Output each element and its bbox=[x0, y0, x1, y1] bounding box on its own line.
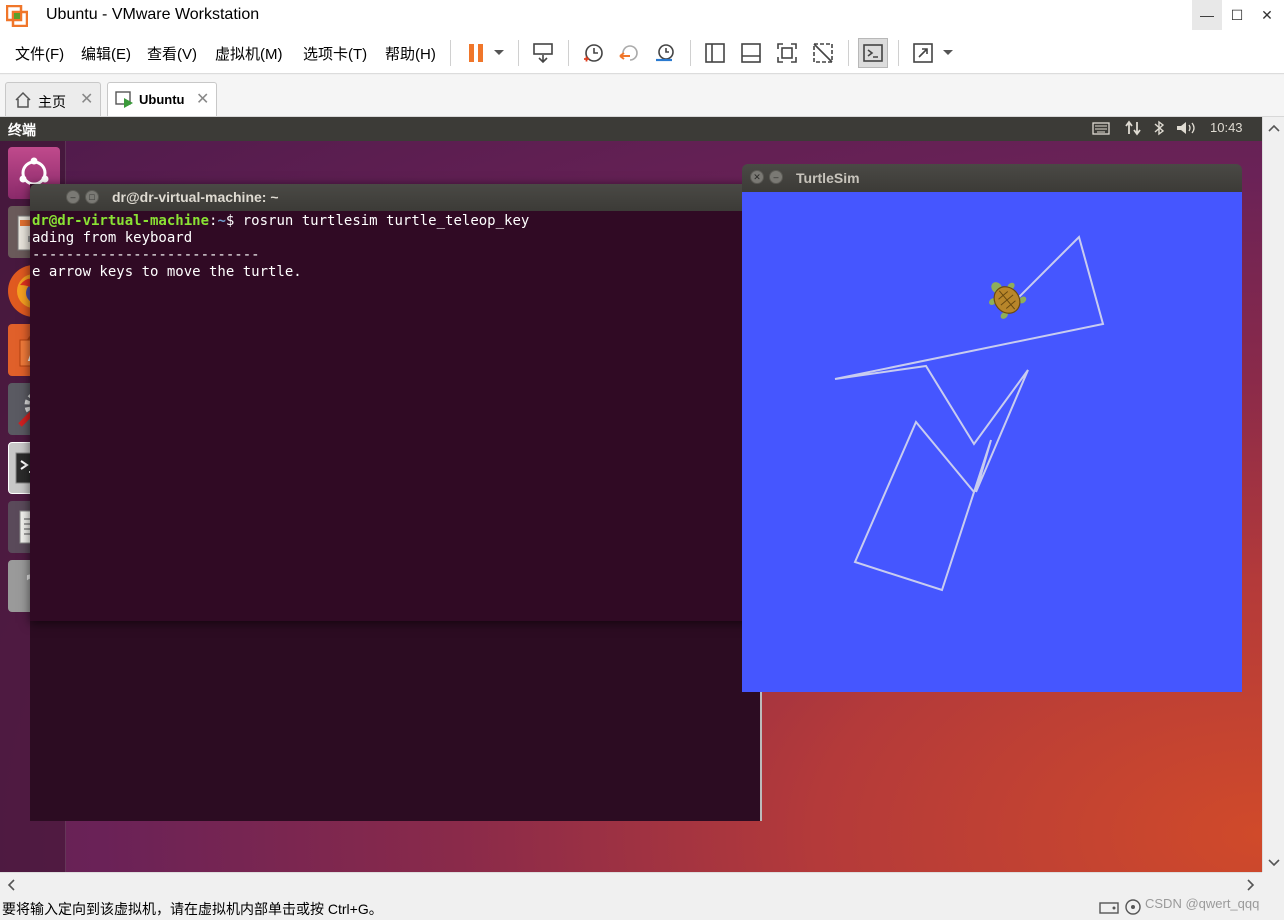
turtlesim-title: TurtleSim bbox=[796, 170, 860, 186]
dropdown-arrow-icon[interactable] bbox=[486, 38, 512, 68]
cd-rom-icon[interactable] bbox=[1124, 898, 1142, 919]
chevron-down-icon[interactable] bbox=[1268, 855, 1280, 871]
ubuntu-top-panel: 终端 10:43 bbox=[0, 117, 1262, 141]
send-ctrl-alt-del-icon[interactable] bbox=[528, 38, 558, 68]
turtlesim-titlebar[interactable]: ✕ – TurtleSim bbox=[742, 164, 1242, 192]
maximize-icon[interactable]: □ bbox=[85, 190, 99, 204]
menu-help[interactable]: 帮助(H) bbox=[385, 43, 436, 64]
toolbar-separator bbox=[848, 40, 849, 66]
menu-view[interactable]: 查看(V) bbox=[147, 43, 197, 64]
snapshot-manager-icon[interactable] bbox=[650, 38, 680, 68]
snapshot-take-icon[interactable] bbox=[578, 38, 608, 68]
home-icon bbox=[14, 91, 32, 112]
fullscreen-icon[interactable] bbox=[772, 38, 802, 68]
clock[interactable]: 10:43 bbox=[1210, 120, 1243, 135]
hard-disk-icon[interactable] bbox=[1098, 898, 1120, 919]
turtle-icon bbox=[986, 276, 1028, 327]
prompt-path: ~ bbox=[217, 213, 226, 229]
vm-display[interactable]: 终端 10:43 A bbox=[0, 117, 1262, 872]
tab-home[interactable]: 主页 ✕ bbox=[5, 82, 101, 116]
turtle-trail bbox=[834, 235, 1105, 592]
prompt-user: dr@dr-virtual-machine bbox=[32, 213, 210, 229]
terminal-line: ading from keyboard bbox=[32, 230, 193, 246]
background-terminal-window[interactable] bbox=[30, 617, 762, 821]
horizontal-scrollbar[interactable] bbox=[0, 872, 1262, 894]
toolbar-separator bbox=[518, 40, 519, 66]
minimize-icon[interactable]: – bbox=[769, 170, 783, 184]
close-icon[interactable]: ✕ bbox=[80, 89, 93, 109]
active-app-title: 终端 bbox=[8, 122, 36, 138]
maximize-button[interactable]: ☐ bbox=[1222, 0, 1252, 30]
volume-icon[interactable] bbox=[1175, 120, 1197, 139]
vmware-logo-icon bbox=[5, 4, 29, 28]
console-view-icon[interactable] bbox=[858, 38, 888, 68]
chevron-left-icon[interactable] bbox=[6, 878, 16, 894]
terminal-command: $ rosrun turtlesim turtle_teleop_key bbox=[225, 213, 530, 229]
close-icon[interactable]: ✕ bbox=[750, 170, 764, 184]
menu-edit[interactable]: 编辑(E) bbox=[81, 43, 131, 64]
vm-running-icon bbox=[115, 91, 135, 112]
status-bar: 要将输入定向到该虚拟机，请在虚拟机内部单击或按 Ctrl+G。 CSDN @qw… bbox=[0, 894, 1284, 920]
menu-file[interactable]: 文件(F) bbox=[15, 43, 64, 64]
terminal-line: e arrow keys to move the turtle. bbox=[32, 264, 302, 280]
terminal-titlebar[interactable]: – □ dr@dr-virtual-machine: ~ bbox=[30, 184, 772, 211]
stretch-icon[interactable] bbox=[908, 38, 938, 68]
snapshot-revert-icon[interactable] bbox=[614, 38, 644, 68]
minimize-button[interactable]: — bbox=[1192, 0, 1222, 30]
toolbar-separator bbox=[898, 40, 899, 66]
menu-toolbar: 文件(F) 编辑(E) 查看(V) 虚拟机(M) 选项卡(T) 帮助(H) bbox=[0, 32, 1284, 74]
toolbar-separator bbox=[690, 40, 691, 66]
turtlesim-canvas bbox=[742, 192, 1242, 692]
terminal-title: dr@dr-virtual-machine: ~ bbox=[112, 189, 279, 205]
network-icon[interactable] bbox=[1124, 120, 1142, 139]
menu-vm[interactable]: 虚拟机(M) bbox=[215, 43, 283, 64]
minimize-icon[interactable]: – bbox=[66, 190, 80, 204]
close-icon[interactable]: ✕ bbox=[196, 89, 209, 109]
terminal-window[interactable]: – □ dr@dr-virtual-machine: ~ dr@dr-virtu… bbox=[30, 184, 772, 621]
bluetooth-icon[interactable] bbox=[1153, 120, 1165, 139]
watermark: CSDN @qwert_qqq bbox=[1145, 896, 1260, 911]
chevron-up-icon[interactable] bbox=[1268, 120, 1280, 136]
tab-bar: 主页 ✕ Ubuntu ✕ bbox=[0, 75, 1284, 117]
library-view-icon[interactable] bbox=[700, 38, 730, 68]
terminal-line: --------------------------- bbox=[32, 247, 260, 263]
toolbar-separator bbox=[568, 40, 569, 66]
close-button[interactable]: ✕ bbox=[1252, 0, 1282, 30]
terminal-output[interactable]: dr@dr-virtual-machine:~$ rosrun turtlesi… bbox=[30, 211, 772, 621]
toolbar-separator bbox=[450, 40, 451, 66]
keyboard-icon[interactable] bbox=[1092, 120, 1110, 139]
unity-icon[interactable] bbox=[808, 38, 838, 68]
tab-label: Ubuntu bbox=[139, 92, 185, 107]
window-title: Ubuntu - VMware Workstation bbox=[46, 6, 260, 23]
chevron-right-icon[interactable] bbox=[1246, 878, 1256, 894]
menu-tabs[interactable]: 选项卡(T) bbox=[303, 43, 367, 64]
thumbnail-bar-icon[interactable] bbox=[736, 38, 766, 68]
tab-ubuntu[interactable]: Ubuntu ✕ bbox=[107, 82, 217, 116]
vertical-scrollbar[interactable] bbox=[1262, 117, 1284, 872]
turtlesim-window[interactable]: ✕ – TurtleSim bbox=[742, 164, 1242, 692]
title-bar: Ubuntu - VMware Workstation — ☐ ✕ bbox=[0, 0, 1284, 32]
dropdown-arrow-icon[interactable] bbox=[935, 38, 961, 68]
tab-label: 主页 bbox=[38, 94, 66, 110]
status-message: 要将输入定向到该虚拟机，请在虚拟机内部单击或按 Ctrl+G。 bbox=[2, 901, 383, 917]
